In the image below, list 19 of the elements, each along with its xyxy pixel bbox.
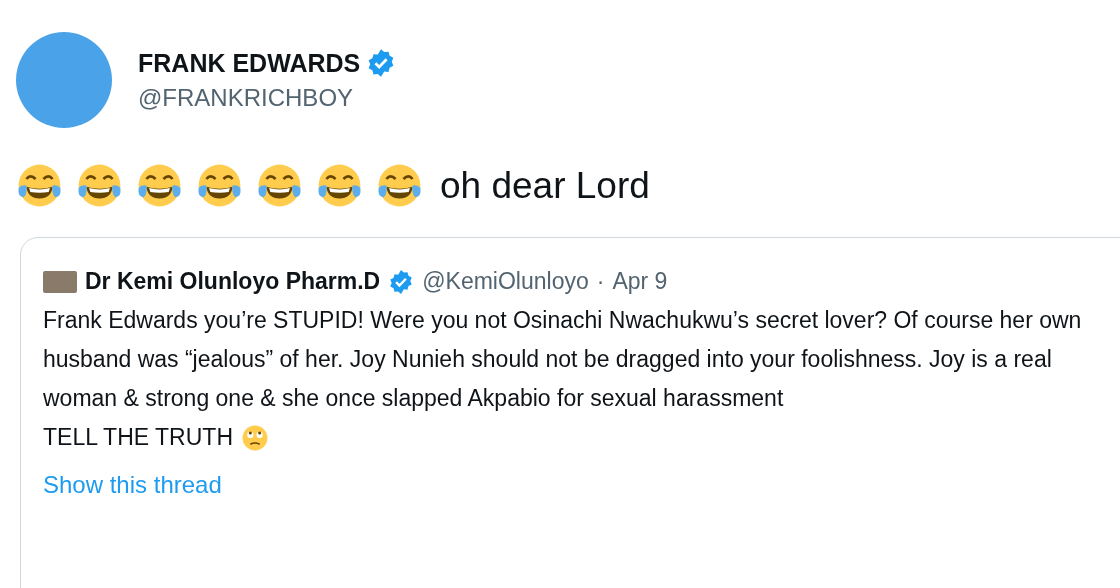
author-name[interactable]: FRANK EDWARDS [138, 48, 361, 78]
tweet-text: oh dear Lord [440, 164, 650, 207]
quoted-tweet-text: TELL THE TRUTH [43, 423, 233, 452]
eye-roll-face-icon [241, 423, 269, 452]
author-handle[interactable]: @FRANKRICHBOY [138, 84, 397, 112]
quoted-author-handle[interactable]: @KemiOlunloyo [422, 268, 589, 295]
quoted-tweet-card[interactable] [20, 237, 1120, 588]
quoted-author-name[interactable]: Dr Kemi Olunloyo Pharm.D [85, 268, 381, 295]
laughing-face-icon [16, 162, 63, 209]
laughing-face-icon [316, 162, 363, 209]
quoted-tweet-text: Frank Edwards you’re STUPID! Were you not Osinachi Nwachukwu’s secret lover? Of course her own husband was “jealous” of her. Joy Nunieh should not be dragged into your foolishness. Joy is a real woman & strong one & she once slapped Akpabio for sexual harassment [43, 306, 1083, 413]
avatar-placeholder[interactable] [43, 270, 77, 293]
laughing-face-icon [136, 162, 183, 209]
separator-dot: · [596, 268, 605, 295]
laughing-face-icon [256, 162, 303, 209]
laughing-face-icon [376, 162, 423, 209]
laughing-face-icon [196, 162, 243, 209]
tweet-date[interactable]: Apr 9 [612, 268, 668, 295]
laughing-face-icon [76, 162, 123, 209]
